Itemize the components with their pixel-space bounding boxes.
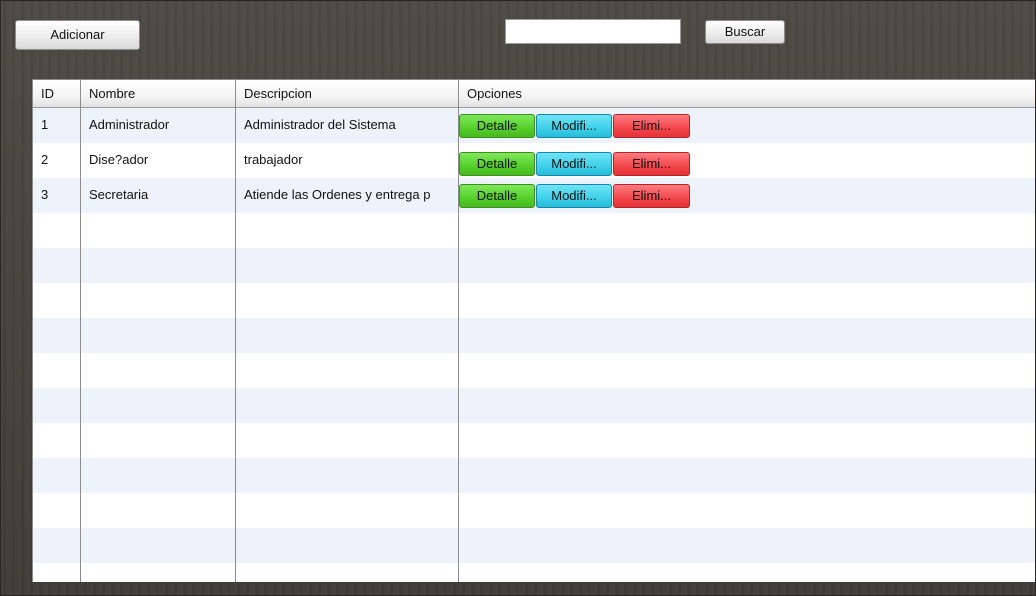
modify-button[interactable]: Modifi... (536, 152, 612, 176)
modify-button[interactable]: Modifi... (536, 184, 612, 208)
empty-row (32, 388, 1035, 423)
detail-button[interactable]: Detalle (459, 184, 535, 208)
column-divider (235, 80, 236, 582)
cell-nombre: Administrador (89, 117, 170, 132)
add-button[interactable]: Adicionar (15, 20, 140, 50)
column-header-opciones[interactable]: Opciones (459, 80, 1027, 107)
column-header-descripcion[interactable]: Descripcion (236, 80, 458, 107)
empty-row (32, 458, 1035, 493)
detail-button[interactable]: Detalle (459, 114, 535, 138)
cell-id: 2 (41, 152, 49, 167)
cell-descripcion: Atiende las Ordenes y entrega p (244, 187, 431, 202)
search-button[interactable]: Buscar (705, 20, 785, 44)
delete-button[interactable]: Elimi... (613, 152, 690, 176)
cell-descripcion: trabajador (244, 152, 303, 167)
cell-id: 3 (41, 187, 49, 202)
detail-button[interactable]: Detalle (459, 152, 535, 176)
table-row[interactable]: 1 Administrador Administrador del Sistem… (32, 108, 1035, 143)
empty-row (32, 213, 1035, 248)
table-row[interactable]: 3 Secretaria Atiende las Ordenes y entre… (32, 178, 1035, 213)
empty-row (32, 423, 1035, 458)
column-header-nombre[interactable]: Nombre (81, 80, 235, 107)
empty-row (32, 563, 1035, 582)
delete-button[interactable]: Elimi... (613, 114, 690, 138)
table-row[interactable]: 2 Dise?ador trabajador Detalle Modifi...… (32, 143, 1035, 178)
column-divider (458, 80, 459, 582)
empty-row (32, 528, 1035, 563)
empty-row (32, 318, 1035, 353)
table-header: ID Nombre Descripcion Opciones (32, 80, 1035, 108)
cell-id: 1 (41, 117, 49, 132)
roles-table: ID Nombre Descripcion Opciones 1 Adminis… (32, 79, 1035, 582)
search-input[interactable] (505, 19, 681, 44)
column-divider (32, 80, 33, 582)
empty-row (32, 248, 1035, 283)
empty-row (32, 493, 1035, 528)
cell-descripcion: Administrador del Sistema (244, 117, 396, 132)
app-window: Adicionar Buscar ID Nombre Descripcion O… (0, 0, 1036, 596)
column-divider (80, 80, 81, 582)
modify-button[interactable]: Modifi... (536, 114, 612, 138)
empty-row (32, 283, 1035, 318)
column-header-id[interactable]: ID (33, 80, 79, 107)
cell-nombre: Secretaria (89, 187, 149, 202)
empty-row (32, 353, 1035, 388)
cell-nombre: Dise?ador (89, 152, 149, 167)
delete-button[interactable]: Elimi... (613, 184, 690, 208)
